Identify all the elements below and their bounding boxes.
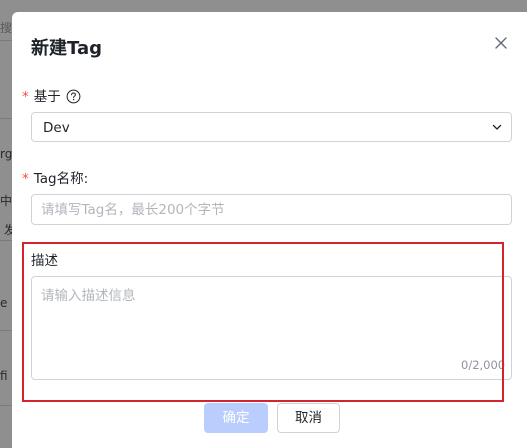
new-tag-dialog: 新建Tag *基于 Dev *Tag名称: 描述 0/2,000 确定 取消 xyxy=(12,12,527,448)
tag-name-input[interactable] xyxy=(31,194,512,225)
description-label-text: 描述 xyxy=(31,253,58,269)
background-fragment: 搜 xyxy=(0,21,13,35)
description-textarea[interactable] xyxy=(31,276,512,380)
background-divider xyxy=(0,240,12,241)
description-label: 描述 xyxy=(31,249,58,269)
required-mark: * xyxy=(22,171,29,187)
chevron-down-icon xyxy=(492,124,502,130)
background-fragment: 中 xyxy=(0,194,13,208)
required-mark: * xyxy=(22,89,29,105)
base-branch-select[interactable]: Dev xyxy=(31,112,512,142)
cancel-button[interactable]: 取消 xyxy=(277,403,340,433)
dialog-title: 新建Tag xyxy=(31,38,102,59)
tag-name-label: * Tag名称: xyxy=(22,167,88,187)
question-circle-icon[interactable] xyxy=(66,89,81,104)
background-fragment: fi xyxy=(0,369,8,383)
base-label-text: 基于 xyxy=(33,89,61,105)
base-branch-value: Dev xyxy=(43,120,70,136)
tag-name-label-text: Tag名称: xyxy=(33,171,89,187)
confirm-button[interactable]: 确定 xyxy=(204,403,268,433)
background-divider xyxy=(0,118,12,119)
character-counter: 0/2,000 xyxy=(461,358,506,372)
background-divider xyxy=(0,330,12,331)
close-icon[interactable] xyxy=(490,32,512,54)
background-divider xyxy=(0,40,12,41)
base-field-label: * 基于 xyxy=(22,85,81,105)
background-divider xyxy=(0,405,12,406)
